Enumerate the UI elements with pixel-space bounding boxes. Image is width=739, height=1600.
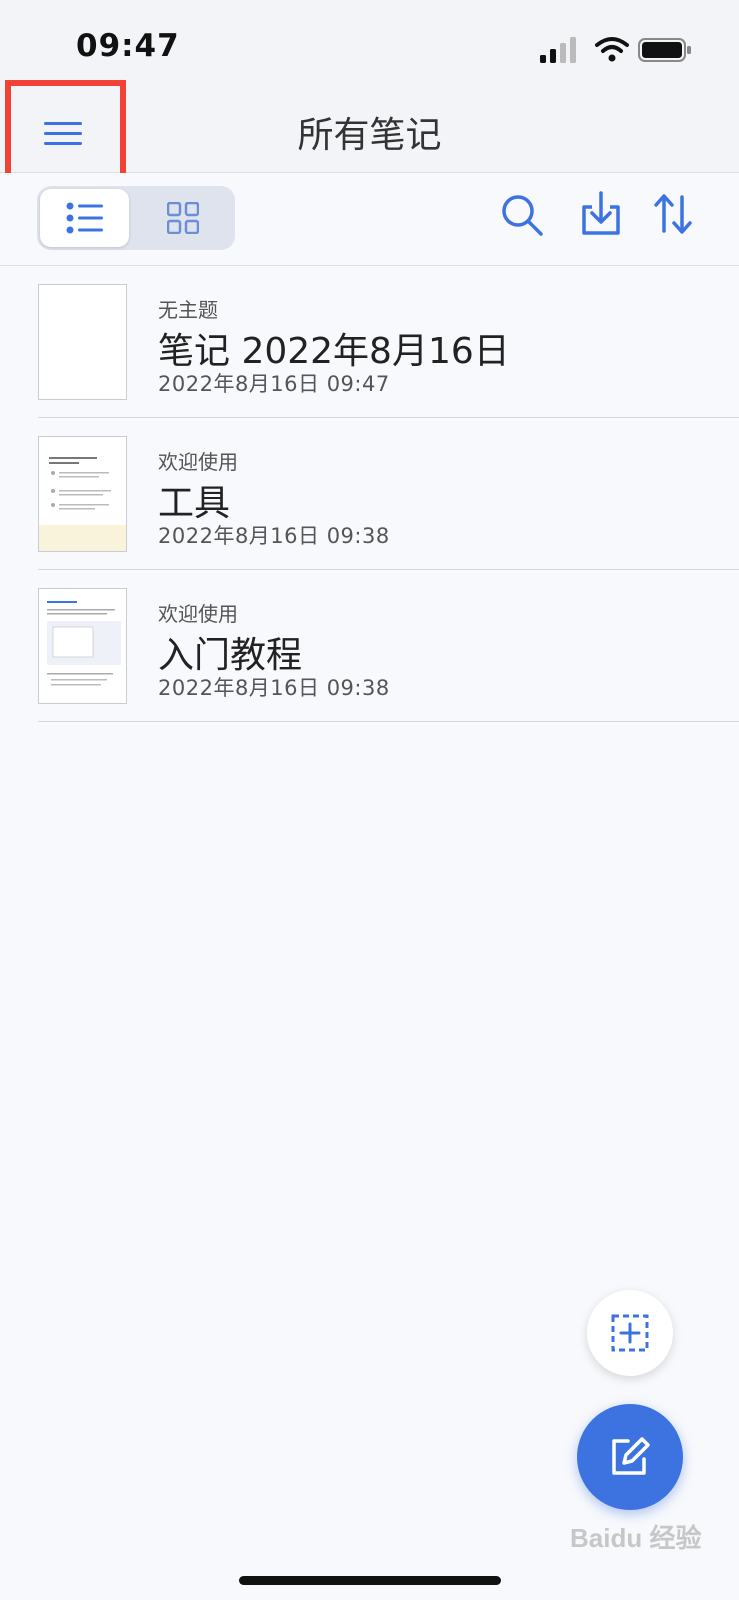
note-subject: 欢迎使用 <box>158 450 238 474</box>
navigation-header: 所有笔记 <box>0 80 739 194</box>
note-item[interactable]: 欢迎使用 工具 2022年8月16日 09:38 <box>38 418 739 570</box>
note-item[interactable]: 无主题 笔记 2022年8月16日 2022年8月16日 09:47 <box>38 266 739 418</box>
battery-icon <box>638 38 691 62</box>
note-title: 工具 <box>158 483 231 524</box>
note-subject: 无主题 <box>158 298 218 322</box>
note-title: 笔记 2022年8月16日 <box>158 331 510 372</box>
note-list: 无主题 笔记 2022年8月16日 2022年8月16日 09:47 欢迎使用 … <box>0 266 739 722</box>
grid-view-icon[interactable] <box>167 202 199 234</box>
note-thumbnail <box>38 588 127 704</box>
status-bar: 09:47 <box>0 0 739 80</box>
home-indicator <box>239 1576 501 1585</box>
signal-icon <box>540 37 576 63</box>
note-title: 入门教程 <box>158 635 303 676</box>
import-icon[interactable] <box>580 191 622 237</box>
thumbnail-preview-icon <box>47 601 121 686</box>
note-thumbnail <box>38 436 127 552</box>
note-date: 2022年8月16日 09:47 <box>158 372 390 396</box>
note-subject: 欢迎使用 <box>158 602 238 626</box>
baidu-watermark: Baidu 经验 <box>570 1523 702 1553</box>
page-title: 所有笔记 <box>297 115 442 156</box>
note-thumbnail <box>38 284 127 400</box>
list-view-icon <box>66 202 103 234</box>
search-icon[interactable] <box>500 193 544 237</box>
status-time: 09:47 <box>76 28 180 64</box>
note-date: 2022年8月16日 09:38 <box>158 676 390 700</box>
toolbar <box>0 173 739 266</box>
wifi-icon <box>595 37 629 62</box>
sort-icon[interactable] <box>654 193 692 235</box>
thumbnail-preview-icon <box>39 457 126 551</box>
list-view-button[interactable] <box>40 189 129 247</box>
new-note-button[interactable] <box>577 1404 683 1510</box>
add-page-icon <box>611 1314 649 1352</box>
note-date: 2022年8月16日 09:38 <box>158 524 390 548</box>
view-mode-toggle <box>37 186 235 250</box>
edit-icon <box>612 1437 650 1475</box>
note-item[interactable]: 欢迎使用 入门教程 2022年8月16日 09:38 <box>38 570 739 722</box>
add-page-button[interactable] <box>587 1290 673 1376</box>
